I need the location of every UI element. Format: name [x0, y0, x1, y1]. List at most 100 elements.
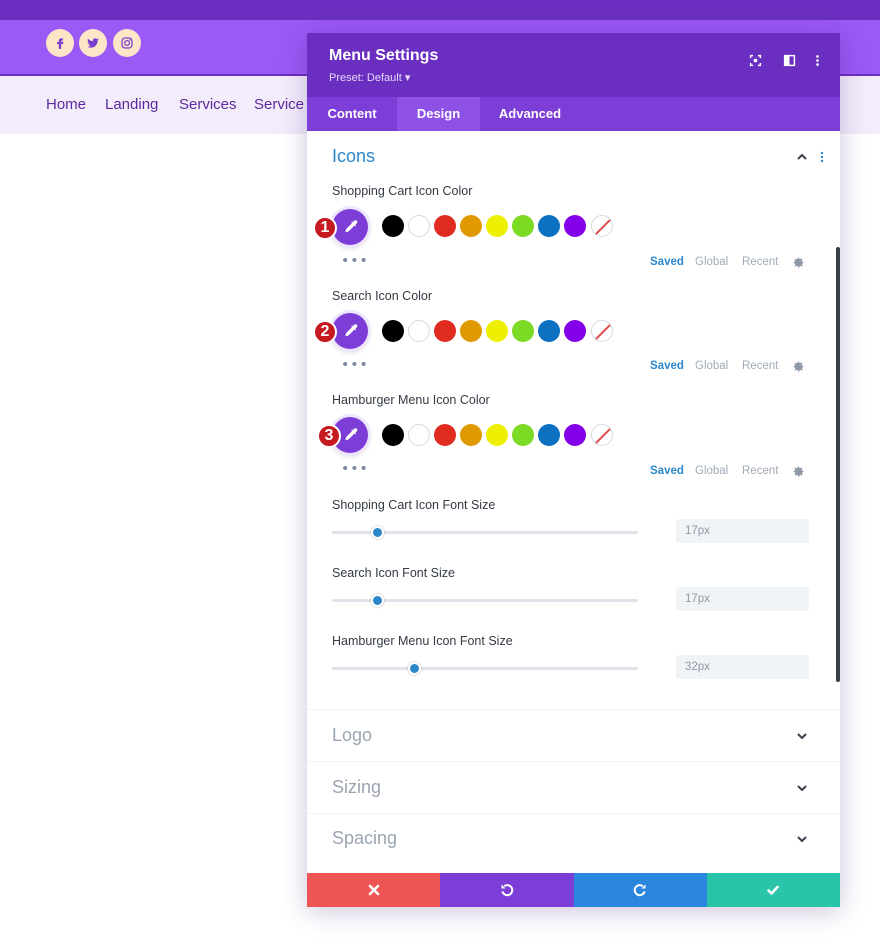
gear-icon[interactable] — [792, 360, 805, 373]
tab-advanced[interactable]: Advanced — [480, 97, 580, 131]
close-icon — [368, 884, 379, 896]
swatch-purple[interactable] — [564, 215, 586, 237]
gear-icon[interactable] — [792, 465, 805, 478]
eyedropper-icon[interactable] — [332, 209, 368, 245]
chevron-down-icon[interactable] — [795, 832, 809, 846]
more-colors-icon[interactable]: ••• — [341, 254, 369, 268]
swatch-red[interactable] — [434, 215, 456, 237]
swatch-white[interactable] — [408, 320, 430, 342]
scrollbar[interactable] — [836, 247, 840, 682]
discard-button[interactable] — [307, 873, 441, 907]
swatch-green[interactable] — [512, 424, 534, 446]
nav-item-home[interactable]: Home — [46, 96, 86, 113]
swatch-orange[interactable] — [460, 424, 482, 446]
swatch-yellow[interactable] — [486, 215, 508, 237]
section-options-icon[interactable] — [815, 150, 829, 164]
undo-button[interactable] — [440, 873, 574, 907]
facebook-icon[interactable] — [46, 29, 74, 57]
cart-font-size-input[interactable]: 17px — [676, 519, 809, 543]
checkmark-icon — [767, 885, 780, 895]
logo-section-title[interactable]: Logo — [332, 725, 372, 746]
icons-section-title[interactable]: Icons — [332, 146, 375, 167]
swatch-white[interactable] — [408, 424, 430, 446]
undo-icon — [501, 884, 514, 897]
swatch-black[interactable] — [382, 215, 404, 237]
swatch-yellow[interactable] — [486, 424, 508, 446]
swatch-green[interactable] — [512, 320, 534, 342]
site-top-bar — [0, 0, 880, 20]
hamburger-font-size-label: Hamburger Menu Icon Font Size — [332, 634, 513, 648]
palette-tab-global[interactable]: Global — [695, 256, 728, 268]
shopping-cart-color-label: Shopping Cart Icon Color — [332, 184, 473, 198]
settings-tabs: Content Design Advanced — [307, 97, 840, 131]
redo-button[interactable] — [573, 873, 707, 907]
swatch-blue[interactable] — [538, 215, 560, 237]
swatch-black[interactable] — [382, 424, 404, 446]
swatch-yellow[interactable] — [486, 320, 508, 342]
chevron-up-icon[interactable] — [795, 150, 809, 164]
nav-item-services[interactable]: Services — [179, 96, 237, 113]
spacing-section-title[interactable]: Spacing — [332, 828, 397, 849]
menu-settings-modal: Menu Settings Preset: Default ▾ Content … — [307, 33, 840, 907]
tab-design[interactable]: Design — [397, 97, 480, 131]
fullscreen-icon[interactable] — [746, 51, 764, 69]
palette-tab-saved[interactable]: Saved — [650, 360, 684, 372]
modal-footer — [307, 873, 840, 907]
redo-icon — [633, 884, 646, 897]
more-colors-icon[interactable]: ••• — [341, 358, 369, 372]
instagram-icon[interactable] — [113, 29, 141, 57]
save-button[interactable] — [706, 873, 840, 907]
palette-tab-saved[interactable]: Saved — [650, 256, 684, 268]
preset-selector[interactable]: Preset: Default ▾ — [329, 71, 410, 84]
step-badge-1: 1 — [313, 216, 337, 240]
swatch-none[interactable] — [591, 215, 613, 237]
nav-item-landing[interactable]: Landing — [105, 96, 158, 113]
divider — [307, 761, 840, 762]
modal-title: Menu Settings — [329, 47, 439, 64]
swatch-purple[interactable] — [564, 424, 586, 446]
swatch-black[interactable] — [382, 320, 404, 342]
swatch-orange[interactable] — [460, 215, 482, 237]
swatch-white[interactable] — [408, 215, 430, 237]
swatch-blue[interactable] — [538, 320, 560, 342]
chevron-down-icon[interactable] — [795, 781, 809, 795]
divider — [307, 709, 840, 710]
chevron-down-icon[interactable] — [795, 729, 809, 743]
palette-tab-global[interactable]: Global — [695, 360, 728, 372]
hamburger-color-label: Hamburger Menu Icon Color — [332, 393, 490, 407]
swatch-red[interactable] — [434, 320, 456, 342]
modal-header: Menu Settings Preset: Default ▾ — [307, 33, 840, 97]
swatch-none[interactable] — [591, 424, 613, 446]
swatch-red[interactable] — [434, 424, 456, 446]
swatch-green[interactable] — [512, 215, 534, 237]
hamburger-font-size-handle[interactable] — [408, 662, 422, 675]
search-font-size-handle[interactable] — [371, 594, 385, 607]
search-color-label: Search Icon Color — [332, 289, 433, 303]
step-badge-2: 2 — [313, 320, 337, 344]
palette-tab-global[interactable]: Global — [695, 465, 728, 477]
palette-tab-recent[interactable]: Recent — [742, 465, 778, 477]
swatch-purple[interactable] — [564, 320, 586, 342]
more-colors-icon[interactable]: ••• — [341, 462, 369, 476]
palette-tab-recent[interactable]: Recent — [742, 360, 778, 372]
cart-font-size-label: Shopping Cart Icon Font Size — [332, 498, 496, 512]
swatch-orange[interactable] — [460, 320, 482, 342]
swatch-none[interactable] — [591, 320, 613, 342]
more-options-icon[interactable] — [808, 51, 826, 69]
hamburger-font-size-slider[interactable] — [332, 667, 638, 670]
split-view-icon[interactable] — [780, 51, 798, 69]
palette-tab-recent[interactable]: Recent — [742, 256, 778, 268]
nav-item-service[interactable]: Service — [254, 96, 304, 113]
twitter-icon[interactable] — [79, 29, 107, 57]
palette-tab-saved[interactable]: Saved — [650, 465, 684, 477]
gear-icon[interactable] — [792, 256, 805, 269]
tab-content[interactable]: Content — [307, 97, 397, 131]
cart-font-size-handle[interactable] — [371, 526, 385, 539]
search-font-size-label: Search Icon Font Size — [332, 566, 455, 580]
eyedropper-icon[interactable] — [332, 313, 368, 349]
sizing-section-title[interactable]: Sizing — [332, 777, 381, 798]
hamburger-font-size-input[interactable]: 32px — [676, 655, 809, 679]
swatch-blue[interactable] — [538, 424, 560, 446]
step-badge-3: 3 — [317, 424, 341, 448]
search-font-size-input[interactable]: 17px — [676, 587, 809, 611]
